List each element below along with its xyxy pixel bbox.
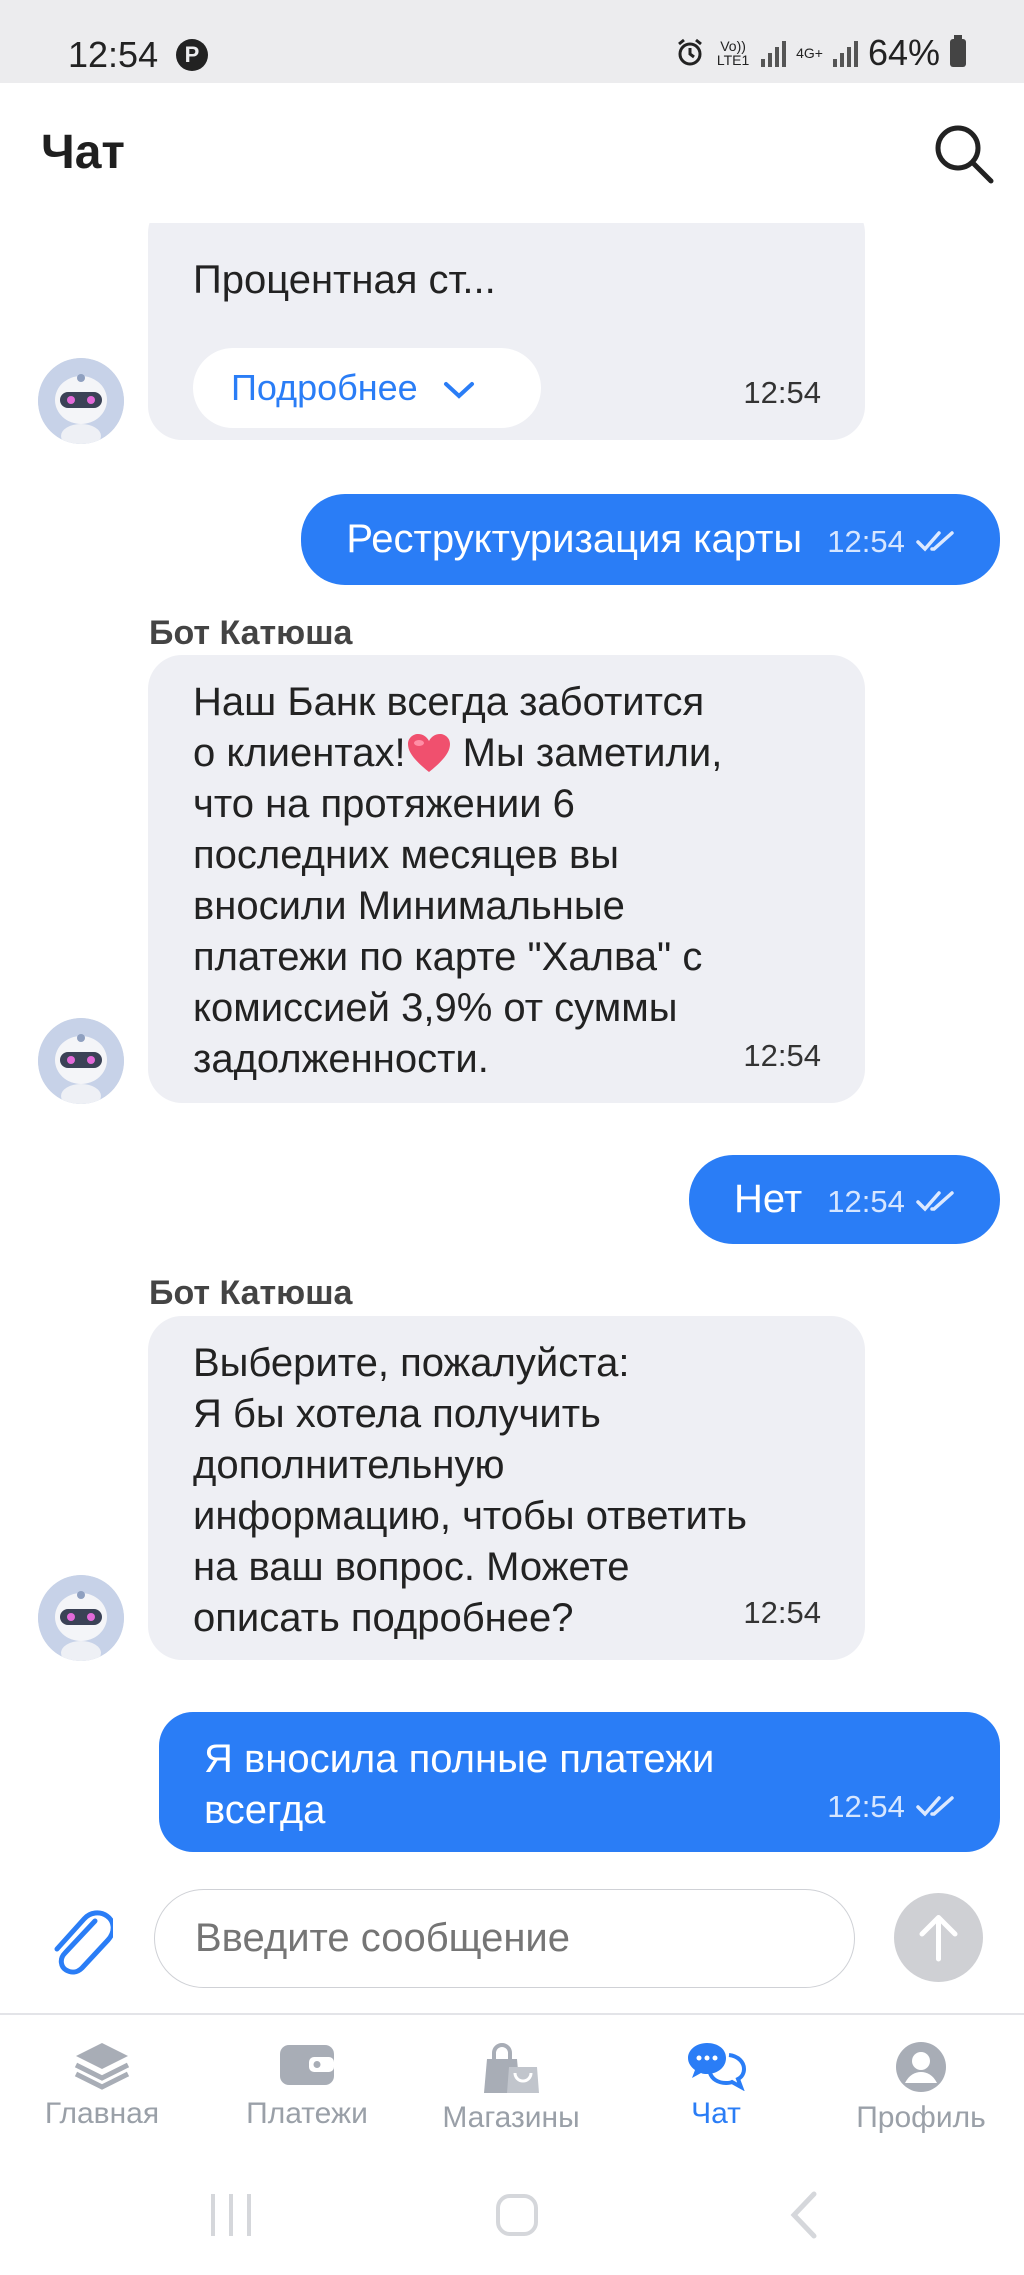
message-line: платежи по карте "Халва" с (193, 935, 703, 979)
message-line-part: Мы заметили, (451, 731, 723, 775)
alarm-icon (678, 38, 703, 66)
status-icons: Vo)) LTE1 4G+ 64% (675, 32, 966, 74)
message-text: Нет (734, 1177, 803, 1221)
more-label: Подробнее (231, 367, 418, 408)
message-time: 12:54 (743, 375, 821, 410)
message-line: Я бы хотела получить (193, 1392, 601, 1436)
double-check-icon (916, 531, 954, 552)
nav-label: Магазины (442, 2101, 580, 2134)
shopping-bags-icon (484, 2043, 539, 2093)
signal-icon (761, 39, 787, 67)
user-message: Я вносила полные платежи всегда 12:54 (159, 1712, 1000, 1852)
message-line: вносили Минимальные (193, 884, 625, 928)
message-line: Я вносила полные платежи (204, 1737, 715, 1781)
message-line-part: о клиентах! (193, 731, 406, 775)
message-meta: 12:54 (827, 1779, 956, 1832)
message-time: 12:54 (743, 1038, 821, 1073)
paperclip-icon[interactable] (43, 1901, 113, 1979)
message-line: дополнительную (193, 1443, 505, 1487)
chevron-down-icon (443, 382, 474, 400)
message-line: Наш Банк всегда заботится (193, 680, 705, 724)
home-icon[interactable] (493, 2190, 541, 2240)
bot-message: Наш Банк всегда заботится о клиентах! Мы… (148, 655, 865, 1103)
more-button[interactable]: Подробнее (193, 348, 541, 428)
nav-item-shops[interactable]: Магазины (411, 2015, 611, 2160)
message-composer (0, 1873, 1024, 2013)
message-time: 12:54 (827, 1789, 905, 1824)
message-list[interactable]: Процентная ст... Подробнее 12:54 Реструк… (0, 223, 1024, 1873)
message-text: Процентная ст... (193, 258, 496, 302)
battery-icon (950, 35, 966, 67)
nav-label: Профиль (856, 2101, 986, 2134)
nav-item-chat[interactable]: Чат (616, 2015, 816, 2160)
message-line: информацию, чтобы ответить (193, 1494, 748, 1538)
nav-item-profile[interactable]: Профиль (821, 2015, 1021, 2160)
recent-apps-icon[interactable] (207, 2190, 255, 2240)
message-line: задолженности. (193, 1037, 489, 1081)
message-line: что на протяжении 6 (193, 782, 575, 826)
system-nav-bar (0, 2158, 1024, 2275)
volte-label: Vo)) LTE1 (716, 38, 750, 68)
bottom-nav: Главная Платежи Магазины Чат Профиль (0, 2013, 1024, 2160)
bot-message: Выберите, пожалуйста: Я бы хотела получи… (148, 1316, 865, 1660)
message-text: Реструктуризация карты (346, 517, 803, 561)
layers-icon (74, 2043, 130, 2090)
page-title: Чат (41, 126, 125, 179)
nav-label: Главная (44, 2097, 160, 2130)
bot-avatar (38, 358, 124, 444)
message-time: 12:54 (743, 1595, 821, 1630)
message-line: описать подробнее? (193, 1596, 574, 1640)
message-line: комиссией 3,9% от суммы (193, 986, 678, 1030)
user-message: Нет 12:54 (689, 1155, 1000, 1244)
signal-icon-2 (832, 39, 858, 67)
network-label: 4G+ (796, 45, 823, 61)
double-check-icon (916, 1796, 954, 1817)
wallet-icon (280, 2045, 334, 2085)
sender-name: Бот Катюша (149, 614, 353, 652)
message-line: последних месяцев вы (193, 833, 619, 877)
status-time: 12:54 (68, 34, 159, 75)
message-line: Выберите, пожалуйста: (193, 1341, 630, 1385)
bot-message: Процентная ст... Подробнее 12:54 (148, 223, 865, 440)
message-line: на ваш вопрос. Можете (193, 1545, 630, 1589)
bot-avatar (38, 1018, 124, 1104)
nav-label: Платежи (246, 2097, 368, 2130)
bot-avatar (38, 1575, 124, 1661)
message-time: 12:54 (827, 1184, 905, 1219)
battery-percent: 64% (867, 32, 940, 73)
message-line-2: о клиентах! Мы заметили, (193, 728, 821, 779)
pinterest-icon: P (176, 39, 208, 71)
send-button[interactable] (894, 1893, 983, 1982)
chat-header: Чат (0, 83, 1024, 223)
arrow-up-icon (919, 1915, 958, 1962)
message-time: 12:54 (827, 524, 905, 559)
back-icon[interactable] (784, 2190, 824, 2240)
user-message: Реструктуризация карты 12:54 (301, 494, 1000, 585)
heart-icon (407, 734, 450, 772)
nav-label: Чат (691, 2097, 741, 2130)
sender-name: Бот Катюша (149, 1274, 353, 1312)
message-input[interactable] (154, 1889, 855, 1988)
double-check-icon (916, 1191, 954, 1212)
nav-item-home[interactable]: Главная (2, 2015, 202, 2160)
profile-icon (896, 2042, 946, 2092)
chat-bubbles-icon (688, 2043, 747, 2091)
status-bar: 12:54 P Vo)) LTE1 4G+ 64% (0, 0, 1024, 83)
search-icon[interactable] (928, 118, 998, 188)
nav-item-payments[interactable]: Платежи (207, 2015, 407, 2160)
